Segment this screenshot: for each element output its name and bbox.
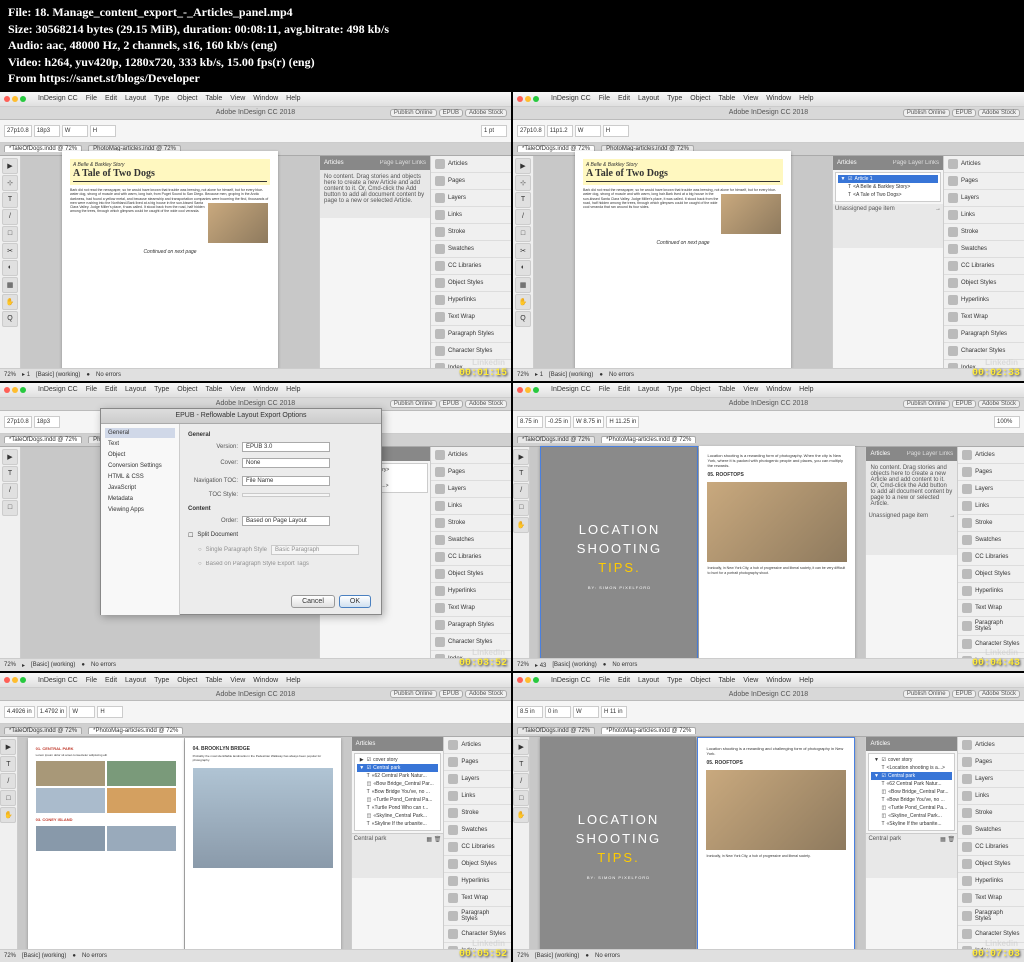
statusbar: 72%[Basic] (working)●No errors bbox=[513, 949, 1024, 962]
panel-hyperlinks[interactable]: Hyperlinks bbox=[431, 292, 511, 309]
side-panels[interactable]: Articles Pages Layers Links Stroke Swatc… bbox=[957, 737, 1024, 954]
story-image bbox=[208, 203, 268, 243]
control-bar[interactable]: 27p10.818p3WH1 pt bbox=[0, 120, 511, 143]
menubar[interactable]: InDesign CCFileEditLayoutTypeObjectTable… bbox=[513, 383, 1024, 398]
toolbox[interactable]: ▶T/□✋ bbox=[513, 447, 530, 664]
epub-button[interactable]: EPUB bbox=[439, 109, 463, 117]
canvas[interactable]: 01. CENTRAL PARK Lorem ipsum dolor sit a… bbox=[18, 737, 351, 954]
side-panels[interactable]: Articles Pages Layers Links Stroke Swatc… bbox=[943, 156, 1024, 373]
page-right[interactable]: 04. BROOKLYN BRIDGE Probably the most id… bbox=[185, 738, 341, 954]
photo bbox=[707, 482, 847, 562]
central-park-article[interactable]: ▼☑Central park bbox=[871, 772, 952, 780]
order-select[interactable]: Based on Page Layout bbox=[242, 516, 330, 526]
export-dialog[interactable]: EPUB - Reflowable Layout Export Options … bbox=[100, 408, 382, 615]
nav-select[interactable]: File Name bbox=[242, 476, 330, 486]
menubar[interactable]: InDesign CCFileEditLayoutTypeObjectTable… bbox=[513, 673, 1024, 688]
frame-4: InDesign CCFileEditLayoutTypeObjectTable… bbox=[513, 383, 1024, 672]
toolbox[interactable]: ▶T/□✋ bbox=[0, 737, 18, 954]
titlebar: Adobe InDesign CC 2018Publish OnlineEPUB… bbox=[513, 688, 1024, 701]
page[interactable]: A Belle & Barkley StoryA Tale of Two Dog… bbox=[62, 151, 278, 377]
cover-select[interactable]: None bbox=[242, 458, 330, 468]
version-select[interactable]: EPUB 3.0 bbox=[242, 442, 330, 452]
statusbar: 72%▸ 1[Basic] (working)●No errors bbox=[0, 368, 511, 381]
brooklyn-photo bbox=[193, 768, 333, 868]
menubar[interactable]: InDesign CCFileEditLayoutTypeObjectTable… bbox=[0, 383, 511, 398]
panel-objstyles[interactable]: Object Styles bbox=[431, 275, 511, 292]
frame-1: InDesign CC FileEditLayoutTypeObjectTabl… bbox=[0, 92, 511, 381]
dialog-title: EPUB - Reflowable Layout Export Options bbox=[101, 409, 381, 424]
dialog-sidebar[interactable]: General Text Object Conversion Settings … bbox=[101, 424, 180, 615]
page-2[interactable]: Location shooting is a rewarding form of… bbox=[699, 446, 855, 662]
panel-links[interactable]: Links bbox=[431, 207, 511, 224]
statusbar: 72%▸ 43[Basic] (working)●No errors bbox=[513, 658, 1024, 671]
toolbox[interactable]: ▶⊹T/□✂◐▦✋Q bbox=[513, 156, 534, 373]
titlebar: Adobe InDesign CC 2018 Publish OnlineEPU… bbox=[0, 107, 511, 120]
publish-button[interactable]: Publish Online bbox=[390, 109, 437, 117]
side-panels[interactable]: Articles Pages Layers Links Stroke Swatc… bbox=[430, 447, 511, 664]
doc-tabs[interactable]: *TaleOfDogs.indd @ 72%*PhotoMag-articles… bbox=[513, 434, 1024, 447]
articles-panel[interactable]: Articles ▼☑cover story T<Location shooti… bbox=[865, 737, 957, 954]
page[interactable]: A Belle & Barkley StoryA Tale of Two Dog… bbox=[575, 151, 791, 377]
control-bar[interactable]: 8.75 in-0.25 inW 8.75 inH 11.25 in100% bbox=[513, 411, 1024, 434]
frame-3: InDesign CCFileEditLayoutTypeObjectTable… bbox=[0, 383, 511, 672]
titlebar: Adobe InDesign CC 2018Publish OnlineEPUB… bbox=[513, 398, 1024, 411]
toolbox[interactable]: ▶⊹T/□✂◐▦✋Q bbox=[0, 156, 21, 373]
doc-tabs[interactable]: *TaleOfDogs.indd @ 72%*PhotoMag-articles… bbox=[513, 724, 1024, 737]
canvas[interactable]: LOCATIONSHOOTINGTIPS.BY: SIMON PIXELFORD… bbox=[530, 447, 865, 664]
frame-2: InDesign CCFileEditLayoutTypeObjectTable… bbox=[513, 92, 1024, 381]
metadata-header: File: 18. Manage_content_export_-_Articl… bbox=[0, 0, 1024, 92]
menubar[interactable]: InDesign CC FileEditLayoutTypeObjectTabl… bbox=[0, 92, 511, 107]
central-park-article[interactable]: ▼☑Central park bbox=[357, 764, 439, 772]
panel-parastyles[interactable]: Paragraph Styles bbox=[431, 326, 511, 343]
canvas[interactable]: LOCATIONSHOOTINGTIPS.BY: SIMON PIXELFORD… bbox=[530, 737, 865, 954]
panel-stroke[interactable]: Stroke bbox=[431, 224, 511, 241]
page-2[interactable]: Location shooting is a rewarding and cha… bbox=[697, 737, 855, 955]
panel-cc[interactable]: CC Libraries bbox=[431, 258, 511, 275]
statusbar: 72%▸[Basic] (working)●No errors bbox=[0, 658, 511, 671]
ok-button[interactable]: OK bbox=[339, 595, 371, 608]
control-bar[interactable]: 8.5 in0 inWH 11 in bbox=[513, 701, 1024, 724]
panel-swatches[interactable]: Swatches bbox=[431, 241, 511, 258]
side-panels[interactable]: Articles Pages Layers Links Stroke Swatc… bbox=[957, 447, 1024, 664]
cancel-button[interactable]: Cancel bbox=[291, 595, 335, 608]
photo bbox=[706, 770, 846, 850]
story-image bbox=[721, 194, 781, 234]
control-bar[interactable]: 4.4926 in1.4792 inWH bbox=[0, 701, 511, 724]
menubar[interactable]: InDesign CCFileEditLayoutTypeObjectTable… bbox=[513, 92, 1024, 107]
video-grid: InDesign CC FileEditLayoutTypeObjectTabl… bbox=[0, 92, 1024, 962]
statusbar: 72%[Basic] (working)●No errors bbox=[0, 949, 511, 962]
side-panels[interactable]: Articles Pages Layers Links Stroke Swatc… bbox=[443, 737, 511, 954]
statusbar: 72%▸ 1[Basic] (working)●No errors bbox=[513, 368, 1024, 381]
article-1[interactable]: ▼☑Article 1 bbox=[838, 175, 938, 183]
titlebar: Adobe InDesign CC 2018Publish OnlineEPUB… bbox=[513, 107, 1024, 120]
control-bar[interactable]: 27p10.811p1.2WH bbox=[513, 120, 1024, 143]
watermark: Linkedin bbox=[472, 358, 505, 367]
side-panels[interactable]: Articles Pages Layers Links Stroke Swatc… bbox=[430, 156, 511, 373]
timestamp: 00:01:15 bbox=[459, 368, 507, 379]
canvas[interactable]: A Belle & Barkley StoryA Tale of Two Dog… bbox=[21, 156, 319, 373]
articles-panel[interactable]: ArticlesPage Layer Links ▼☑Article 1 T<A… bbox=[832, 156, 943, 373]
titlebar: Adobe InDesign CC 2018Publish OnlineEPUB… bbox=[0, 688, 511, 701]
panel-articles[interactable]: Articles bbox=[431, 156, 511, 173]
canvas[interactable]: A Belle & Barkley StoryA Tale of Two Dog… bbox=[534, 156, 832, 373]
menubar[interactable]: InDesign CCFileEditLayoutTypeObjectTable… bbox=[0, 673, 511, 688]
page-left[interactable]: 01. CENTRAL PARK Lorem ipsum dolor sit a… bbox=[28, 738, 184, 954]
articles-panel[interactable]: ArticlesPage Layer Links No content. Dra… bbox=[865, 447, 957, 664]
articles-panel[interactable]: ArticlesPage Layer Links No content. Dra… bbox=[319, 156, 430, 373]
panel-textwrap[interactable]: Text Wrap bbox=[431, 309, 511, 326]
panel-layers[interactable]: Layers bbox=[431, 190, 511, 207]
article-child[interactable]: T<A Belle & Barkley Story> bbox=[838, 183, 938, 191]
articles-empty-msg: No content. Drag stories and objects her… bbox=[320, 170, 430, 218]
frame-5: InDesign CCFileEditLayoutTypeObjectTable… bbox=[0, 673, 511, 962]
article-child[interactable]: T<A Tale of Two Dogs> bbox=[838, 191, 938, 199]
frame-6: InDesign CCFileEditLayoutTypeObjectTable… bbox=[513, 673, 1024, 962]
toolbox[interactable]: ▶T/□✋ bbox=[513, 737, 530, 954]
toolbox[interactable]: ▶T/□ bbox=[0, 447, 21, 664]
cover-page[interactable]: LOCATIONSHOOTINGTIPS.BY: SIMON PIXELFORD bbox=[540, 737, 696, 953]
panel-pages[interactable]: Pages bbox=[431, 173, 511, 190]
doc-tabs[interactable]: *TaleOfDogs.indd @ 72%*PhotoMag-articles… bbox=[0, 724, 511, 737]
stock-button[interactable]: Adobe Stock bbox=[465, 109, 507, 117]
cover-page[interactable]: LOCATIONSHOOTINGTIPS.BY: SIMON PIXELFORD bbox=[540, 446, 698, 664]
articles-panel[interactable]: Articles ▶☑cover story ▼☑Central park T«… bbox=[351, 737, 444, 954]
